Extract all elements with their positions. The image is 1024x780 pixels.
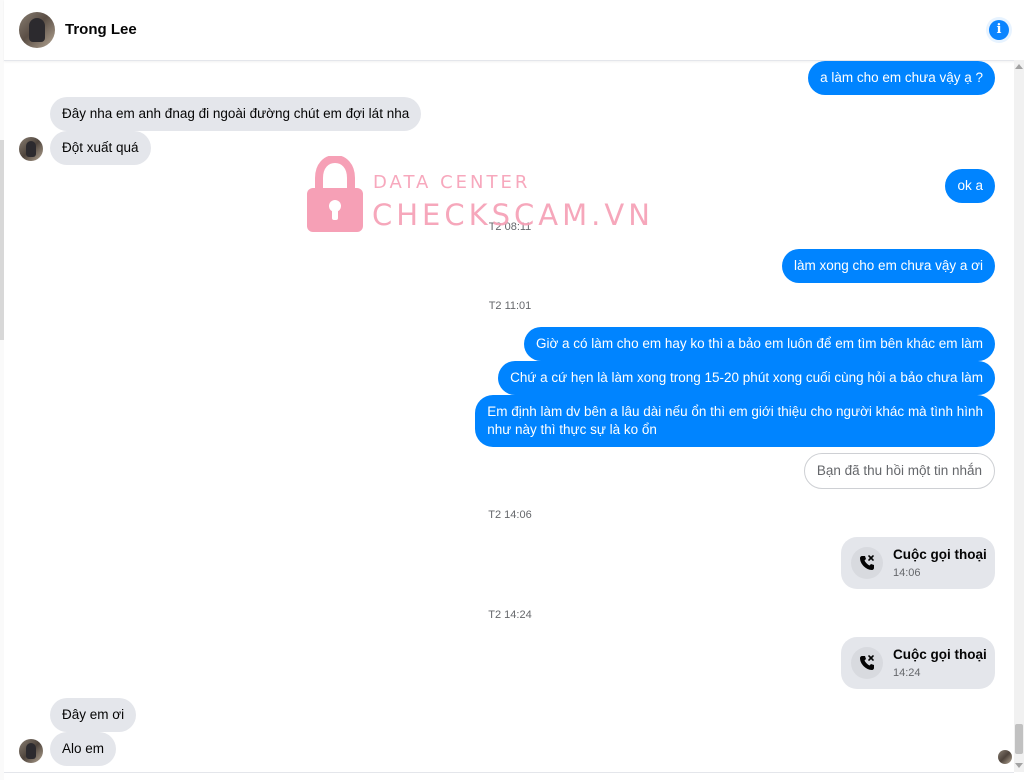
- call-title: Cuộc gọi thoại: [893, 547, 987, 562]
- watermark: DATA CENTER CHECKSCAM.VN: [305, 156, 650, 236]
- message-incoming[interactable]: Đột xuất quá: [50, 131, 151, 165]
- recalled-message[interactable]: Bạn đã thu hồi một tin nhắn: [803, 453, 995, 489]
- info-icon: i: [989, 20, 1009, 40]
- call-time: 14:24: [893, 667, 921, 679]
- message-incoming[interactable]: Alo em: [50, 732, 117, 766]
- message-incoming[interactable]: Đây em ơi: [50, 698, 137, 732]
- contact-name[interactable]: Trong Lee: [65, 21, 137, 38]
- timestamp: T2 08:11: [488, 221, 532, 233]
- voice-call-card[interactable]: Cuộc gọi thoại 14:24: [841, 637, 995, 689]
- timestamp: T2 14:24: [488, 609, 532, 621]
- timestamp: T2 11:01: [488, 300, 532, 312]
- scroll-up-arrow-icon[interactable]: [1015, 64, 1023, 69]
- message-outgoing[interactable]: làm xong cho em chưa vậy a ơi: [782, 249, 995, 283]
- scroll-down-arrow-icon[interactable]: [1015, 763, 1023, 768]
- sender-avatar[interactable]: [19, 739, 43, 763]
- divider: [4, 772, 1014, 773]
- scrollbar-thumb[interactable]: [1015, 724, 1023, 754]
- info-button[interactable]: i: [986, 17, 1012, 43]
- messenger-window: Trong Lee i a làm cho em chưa vậy ạ ? Đâ…: [0, 0, 1024, 780]
- message-outgoing[interactable]: ok a: [945, 169, 995, 203]
- call-time: 14:06: [893, 567, 921, 579]
- voice-call-card[interactable]: Cuộc gọi thoại 14:06: [841, 537, 995, 589]
- left-scrollbar[interactable]: [0, 0, 4, 780]
- call-title: Cuộc gọi thoại: [893, 647, 987, 662]
- seen-indicator-avatar: [998, 750, 1012, 764]
- message-line: Em định làm dv bên a lâu dài nếu ổn thì …: [487, 404, 983, 419]
- message-outgoing-multiline[interactable]: Em định làm dv bên a lâu dài nếu ổn thì …: [475, 395, 995, 447]
- message-outgoing[interactable]: a làm cho em chưa vậy ạ ?: [808, 61, 995, 95]
- message-outgoing[interactable]: Giờ a có làm cho em hay ko thì a bảo em …: [523, 327, 995, 361]
- message-incoming[interactable]: Đây nha em anh đnag đi ngoài đường chút …: [50, 97, 422, 131]
- watermark-line-1: DATA CENTER: [373, 172, 531, 193]
- sender-avatar[interactable]: [19, 137, 43, 161]
- left-scrollbar-thumb[interactable]: [0, 140, 4, 340]
- missed-call-icon: [851, 647, 883, 679]
- contact-avatar[interactable]: [19, 12, 55, 48]
- missed-call-icon: [851, 547, 883, 579]
- conversation-header: Trong Lee i: [4, 0, 1024, 61]
- message-outgoing[interactable]: Chứ a cứ hẹn là làm xong trong 15-20 phú…: [498, 361, 995, 395]
- scrollbar[interactable]: [1014, 60, 1024, 772]
- timestamp: T2 14:06: [488, 509, 532, 521]
- lock-icon: [307, 156, 363, 232]
- message-line: như này thì thực sự là ko ổn: [487, 422, 657, 437]
